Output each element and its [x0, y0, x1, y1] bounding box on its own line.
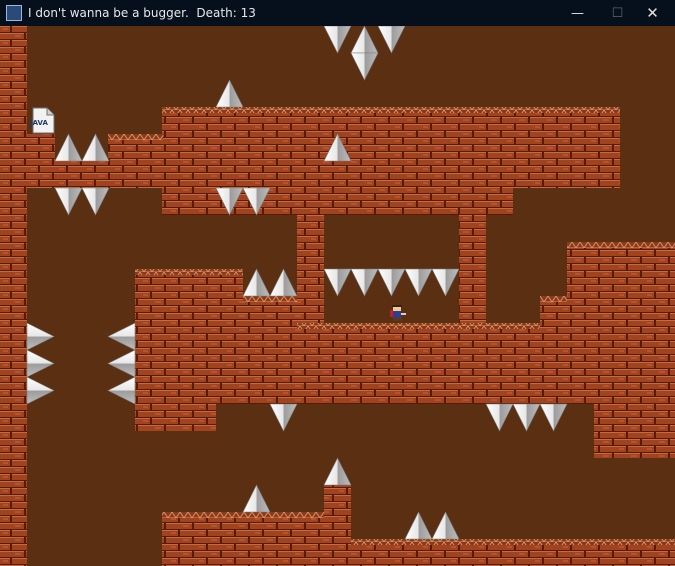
- player-gun: [401, 313, 406, 315]
- brick-block: [0, 26, 27, 566]
- platform-top: [297, 323, 540, 329]
- game-canvas[interactable]: JAVA: [0, 26, 675, 566]
- close-button[interactable]: ✕: [630, 0, 675, 26]
- minimize-button[interactable]: —: [555, 0, 600, 26]
- platform-top: [540, 296, 567, 302]
- brick-block: [162, 512, 324, 566]
- platform-top: [567, 242, 675, 248]
- player-hair: [392, 305, 402, 307]
- brick-block: [135, 323, 567, 404]
- close-icon: ✕: [646, 4, 659, 22]
- platform-top: [351, 539, 675, 545]
- minimize-icon: —: [571, 5, 584, 21]
- save-point-label: JAVA: [29, 119, 48, 127]
- player-cape: [390, 310, 393, 317]
- brick-block: [459, 215, 486, 323]
- brick-block: [135, 404, 216, 431]
- title-main: I don't wanna be a bugger.: [28, 6, 189, 20]
- platform-top: [162, 512, 324, 518]
- title-bar[interactable]: I don't wanna be a bugger. Death: 13 — ☐…: [0, 0, 675, 26]
- platform-top: [243, 296, 297, 302]
- death-label: Death:: [196, 6, 237, 20]
- brick-block: [594, 404, 675, 458]
- brick-block: [324, 485, 351, 566]
- death-count: 13: [240, 6, 256, 20]
- player-feet: [393, 318, 402, 321]
- platform-top: [108, 134, 163, 140]
- brick-block: [567, 242, 675, 404]
- platform-top: [162, 107, 620, 113]
- brick-block: [55, 161, 109, 188]
- brick-block: [108, 134, 163, 188]
- maximize-icon: ☐: [611, 5, 624, 21]
- brick-block: [270, 188, 513, 215]
- save-point[interactable]: JAVA: [29, 107, 55, 134]
- brick-block: [27, 134, 55, 188]
- window-title: I don't wanna be a bugger. Death: 13: [28, 6, 256, 20]
- java-app-icon: [6, 5, 22, 21]
- game-window: I don't wanna be a bugger. Death: 13 — ☐…: [0, 0, 675, 566]
- player-body: [393, 310, 401, 318]
- platform-top: [135, 269, 243, 275]
